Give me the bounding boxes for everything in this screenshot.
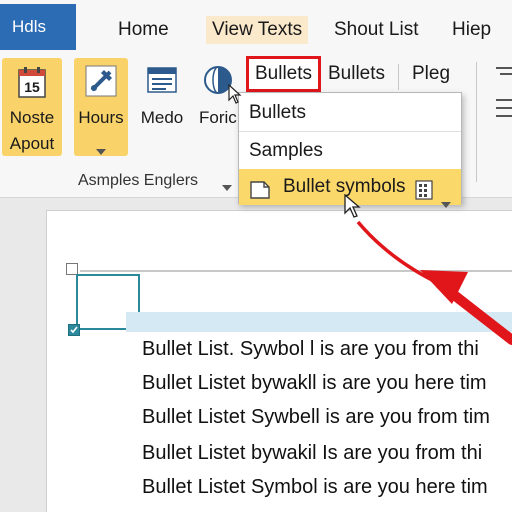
- hours-button[interactable]: Hours: [74, 58, 128, 156]
- tab-home[interactable]: Home: [112, 16, 175, 44]
- bullets-dropdown-menu: Bullets Samples Bullet symbols: [238, 92, 462, 208]
- mouse-pointer-icon: [228, 83, 242, 109]
- calendar-icon: 15: [18, 66, 46, 98]
- bullets-button[interactable]: Bullets: [322, 60, 391, 88]
- apout-label: Apout: [9, 134, 55, 153]
- group-dialog-launcher-icon[interactable]: [222, 178, 232, 196]
- menu-item-bullets[interactable]: Bullets: [239, 95, 461, 131]
- menu-divider: [239, 131, 461, 132]
- medo-label: Medo: [140, 108, 184, 127]
- tab-view-texts[interactable]: View Texts: [206, 16, 309, 44]
- tools-icon: [84, 64, 118, 98]
- document-line-4[interactable]: Bullet Listet bywakil Is are you from th…: [142, 442, 482, 465]
- tab-shout-list[interactable]: Shout List: [328, 16, 425, 44]
- ribbon-separator-right: [476, 62, 477, 182]
- bullets-button-highlighted[interactable]: Bullets: [246, 56, 322, 92]
- document-line-3[interactable]: Bullet Listet Sywbell is are you from ti…: [142, 406, 490, 429]
- document-icon: [249, 177, 271, 213]
- ribbon-group-label: Asmples Englers: [78, 172, 199, 189]
- noste-label: Noste: [9, 108, 55, 127]
- medo-button[interactable]: Medo: [136, 60, 188, 130]
- hours-label: Hours: [78, 108, 124, 127]
- document-line-2[interactable]: Bullet Listet bywakll is are you here ti…: [142, 372, 487, 395]
- menu-icon[interactable]: [494, 64, 512, 129]
- calendar-icon-number: 15: [24, 79, 40, 95]
- menu-item-samples[interactable]: Samples: [239, 133, 461, 169]
- red-arrow-icon: [350, 200, 512, 350]
- ribbon-tab-bar: Hdls Home View Texts Shout List Hiep: [0, 0, 512, 56]
- table-icon: [146, 64, 178, 101]
- chevron-down-icon: [96, 142, 106, 160]
- document-line-5[interactable]: Bullet Listet Symbol is are you here tim: [142, 476, 488, 499]
- tab-file[interactable]: Hdls: [0, 4, 76, 50]
- ribbon-separator: [398, 64, 399, 90]
- checkbox-checked-icon[interactable]: [68, 324, 80, 336]
- pleg-button[interactable]: Pleg: [406, 60, 456, 88]
- foric-label: Foric: [199, 108, 237, 127]
- noste-apout-button[interactable]: 15 Noste Apout: [2, 58, 62, 156]
- tab-help[interactable]: Hiep: [446, 16, 497, 44]
